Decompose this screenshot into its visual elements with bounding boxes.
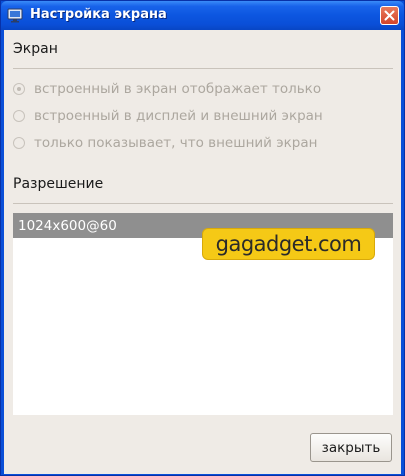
watermark-logo: gagadget.com bbox=[202, 228, 375, 260]
screen-section-divider bbox=[13, 68, 393, 69]
resolution-section-divider bbox=[13, 203, 393, 204]
screen-section-label: Экран bbox=[13, 41, 58, 57]
radio-option-label: встроенный в дисплей и внешний экран bbox=[34, 108, 323, 124]
radio-option-builtin-and-external[interactable]: встроенный в дисплей и внешний экран bbox=[13, 107, 323, 125]
radio-option-external-only[interactable]: только показывает, что внешний экран bbox=[13, 134, 317, 152]
close-icon bbox=[384, 10, 395, 21]
radio-option-builtin-only[interactable]: встроенный в экран отображает только bbox=[13, 80, 321, 98]
dialog-content: Экран встроенный в экран отображает толь… bbox=[4, 30, 401, 474]
radio-button[interactable] bbox=[13, 137, 25, 149]
title-close-button[interactable] bbox=[380, 6, 399, 25]
resolution-section-label: Разрешение bbox=[13, 176, 104, 192]
window-title: Настройка экрана bbox=[30, 7, 167, 22]
settings-window: Настройка экрана Экран встроенный в экра… bbox=[0, 0, 405, 476]
close-button[interactable]: закрыть bbox=[310, 433, 392, 462]
radio-option-label: встроенный в экран отображает только bbox=[34, 81, 322, 97]
radio-button[interactable] bbox=[13, 83, 25, 95]
radio-option-label: только показывает, что внешний экран bbox=[34, 135, 318, 151]
title-bar[interactable]: Настройка экрана bbox=[1, 1, 404, 30]
display-settings-icon bbox=[7, 8, 23, 23]
radio-button[interactable] bbox=[13, 110, 25, 122]
